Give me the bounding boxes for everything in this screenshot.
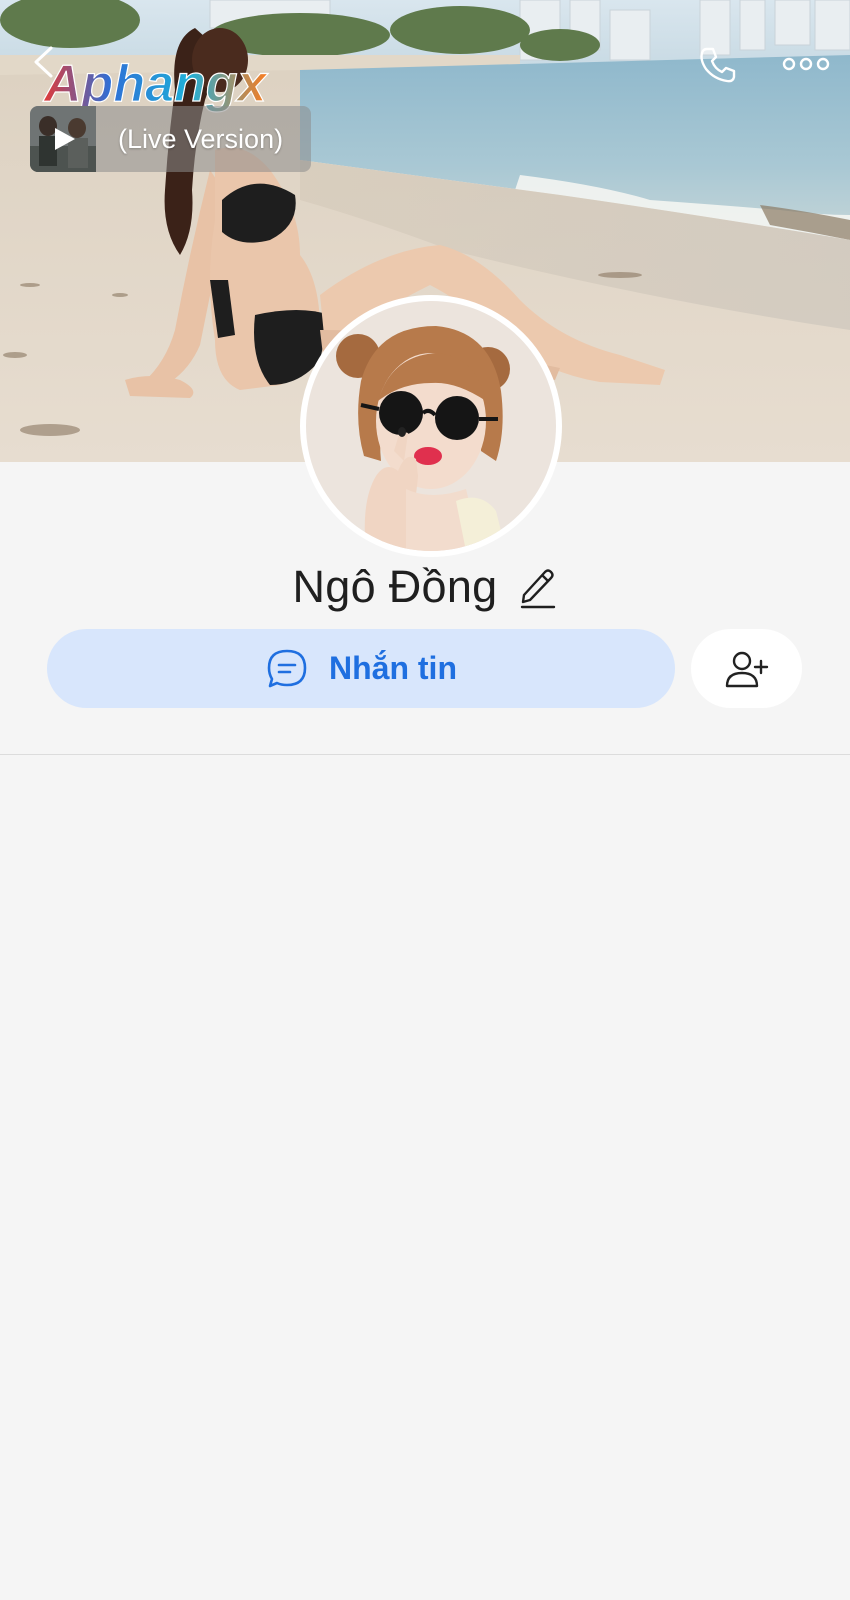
music-thumbnail bbox=[30, 106, 96, 172]
add-user-icon bbox=[725, 651, 768, 687]
play-icon bbox=[55, 128, 75, 150]
avatar-image bbox=[306, 301, 556, 551]
more-horizontal-icon bbox=[782, 57, 830, 71]
edit-name-button[interactable] bbox=[518, 564, 558, 610]
music-title: (Live Version) bbox=[118, 123, 284, 154]
profile-name-row: Ngô Đồng bbox=[0, 558, 850, 616]
avatar[interactable] bbox=[300, 295, 562, 557]
pencil-icon bbox=[520, 569, 555, 609]
chat-bubble-icon bbox=[267, 649, 307, 687]
message-button-label: Nhắn tin bbox=[329, 650, 457, 686]
message-button[interactable]: Nhắn tin bbox=[47, 629, 675, 708]
phone-icon bbox=[700, 47, 736, 83]
profile-music-player[interactable]: (Live Version) bbox=[30, 106, 311, 172]
profile-content-area bbox=[0, 755, 850, 1600]
add-friend-button[interactable] bbox=[691, 629, 802, 708]
profile-name: Ngô Đồng bbox=[292, 561, 498, 612]
more-options-button[interactable] bbox=[778, 44, 834, 84]
call-button[interactable] bbox=[693, 40, 743, 90]
svg-text:Aphangx: Aphangx bbox=[42, 55, 269, 113]
profile-page: Aphangx (Live Version) Ngô Đồng Nhắn tin bbox=[0, 0, 850, 1600]
